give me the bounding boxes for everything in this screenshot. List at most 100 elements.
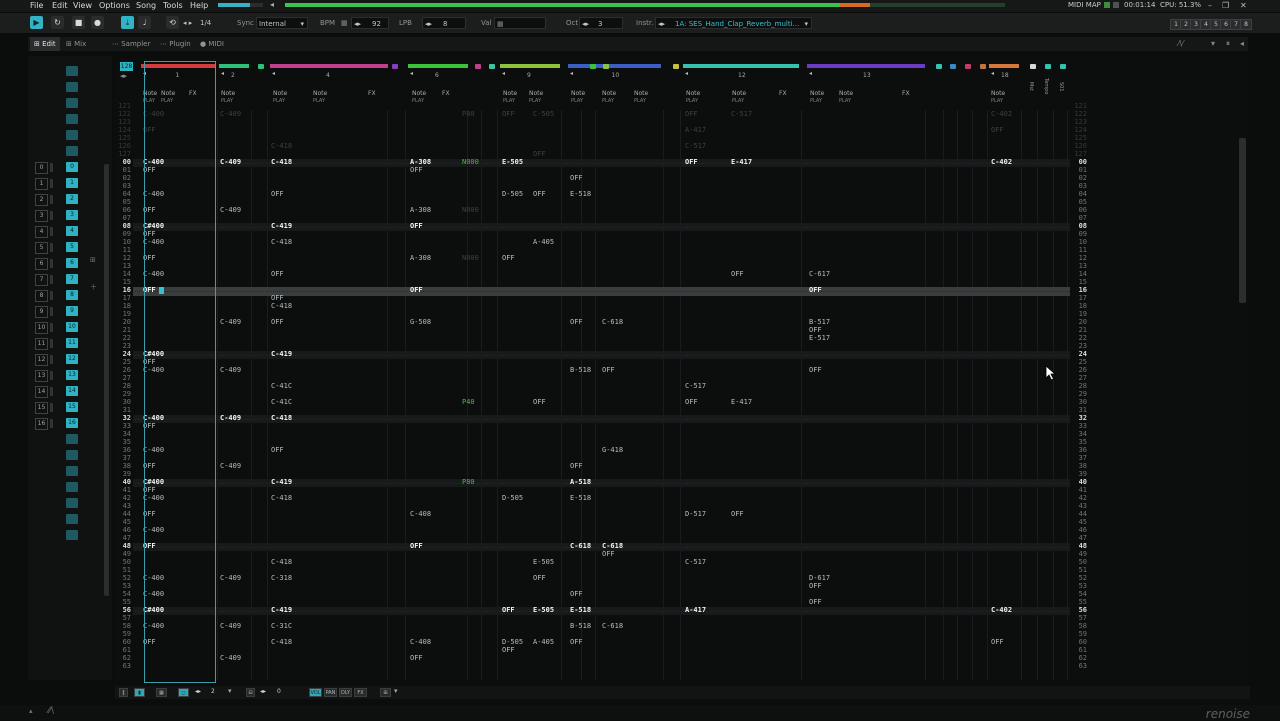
- note-cell[interactable]: C-409: [220, 622, 241, 630]
- track-header[interactable]: 12 ◂ Note PLAY Note PLAY FX: [683, 60, 799, 108]
- metronome-button[interactable]: ♩: [138, 16, 151, 29]
- bpm-field[interactable]: ◂▸ 92: [351, 17, 389, 29]
- sequence-pattern-slot[interactable]: 16: [66, 418, 78, 428]
- sequence-pattern-slot[interactable]: 6: [66, 258, 78, 268]
- sequence-pattern-slot[interactable]: 8: [66, 290, 78, 300]
- vol-column-button[interactable]: VOL: [309, 688, 322, 697]
- note-cell[interactable]: E-417: [731, 158, 752, 166]
- tab-sampler[interactable]: ⋯ Sampler: [108, 37, 154, 51]
- sequence-pattern-slot[interactable]: 3: [66, 210, 78, 220]
- mute-arrow-icon[interactable]: ◂: [410, 70, 413, 77]
- note-cell[interactable]: C-418: [271, 558, 292, 566]
- menu-edit[interactable]: Edit: [52, 1, 68, 10]
- note-cell[interactable]: C-418: [271, 158, 292, 166]
- note-cell[interactable]: OFF: [271, 190, 284, 198]
- note-cell[interactable]: C-617: [809, 270, 830, 278]
- note-cell[interactable]: C-418: [271, 638, 292, 646]
- track-header[interactable]: 10 ◂ Note PLAY Note PLAY Note PLAY: [568, 60, 661, 108]
- sequence-mute-toggle[interactable]: [50, 291, 53, 300]
- note-cell[interactable]: OFF: [570, 462, 583, 470]
- note-cell[interactable]: OFF: [410, 286, 423, 294]
- sequence-number[interactable]: 7: [35, 274, 48, 286]
- sequence-number[interactable]: 6: [35, 258, 48, 270]
- sequence-play-icon[interactable]: ⊞: [90, 256, 96, 264]
- note-cell[interactable]: E-505: [502, 158, 523, 166]
- chevron-up-icon[interactable]: ▴: [29, 707, 33, 715]
- effect-cell[interactable]: N000: [462, 158, 479, 166]
- effect-cell[interactable]: P80: [462, 478, 475, 486]
- restore-icon[interactable]: ❐: [1222, 1, 1229, 10]
- note-cell[interactable]: E-517: [809, 334, 830, 342]
- aux-track-indicator[interactable]: [590, 64, 596, 69]
- note-cell[interactable]: OFF: [602, 550, 615, 558]
- sequence-slot[interactable]: [66, 98, 78, 108]
- note-cell[interactable]: C-418: [271, 414, 292, 422]
- chevron-down-icon[interactable]: ▾: [1211, 39, 1215, 48]
- pattern-length[interactable]: 128: [120, 62, 133, 71]
- record-button[interactable]: ●: [91, 16, 104, 29]
- sequence-mute-toggle[interactable]: [50, 403, 53, 412]
- note-cell[interactable]: OFF: [271, 446, 284, 454]
- note-cell[interactable]: C-618: [602, 318, 623, 326]
- sequence-mute-toggle[interactable]: [50, 195, 53, 204]
- effect-cell[interactable]: P40: [462, 398, 475, 406]
- note-cell[interactable]: OFF: [502, 646, 515, 654]
- key-8[interactable]: 8: [1240, 19, 1252, 30]
- note-cell[interactable]: C-31C: [271, 622, 292, 630]
- note-cell[interactable]: OFF: [731, 510, 744, 518]
- note-cell[interactable]: A-405: [533, 238, 554, 246]
- sequence-pattern-slot[interactable]: 4: [66, 226, 78, 236]
- mute-arrow-icon[interactable]: ◂: [221, 70, 224, 77]
- note-cell[interactable]: C-41C: [271, 382, 292, 390]
- sequence-mute-toggle[interactable]: [50, 387, 53, 396]
- pattern-scrollbar[interactable]: [1239, 138, 1246, 303]
- pan-column-button[interactable]: PAN: [324, 688, 337, 697]
- line-jump-icon[interactable]: ⊟: [246, 688, 255, 697]
- aux-track-indicator[interactable]: [489, 64, 495, 69]
- sequence-slot[interactable]: [66, 530, 78, 540]
- pattern-nav-arrows[interactable]: ◂ ▸: [183, 19, 192, 27]
- note-cell[interactable]: D-505: [502, 494, 523, 502]
- sequence-pattern-slot[interactable]: 15: [66, 402, 78, 412]
- note-cell[interactable]: C-318: [271, 574, 292, 582]
- note-cell[interactable]: OFF: [809, 286, 822, 294]
- menu-options[interactable]: Options: [99, 1, 130, 10]
- sequence-number[interactable]: 5: [35, 242, 48, 254]
- sequence-pattern-slot[interactable]: 0: [66, 162, 78, 172]
- sequence-mute-toggle[interactable]: [50, 355, 53, 364]
- note-cell[interactable]: OFF: [271, 318, 284, 326]
- note-cell[interactable]: E-518: [570, 606, 591, 614]
- sequence-mute-toggle[interactable]: [50, 211, 53, 220]
- sequence-number[interactable]: 12: [35, 354, 48, 366]
- track-header[interactable]: 18 ◂ Note PLAY: [989, 60, 1019, 108]
- sequence-mute-toggle[interactable]: [50, 371, 53, 380]
- aux-track-indicator[interactable]: [1030, 64, 1036, 69]
- sequence-mute-toggle[interactable]: [50, 419, 53, 428]
- sequence-slot[interactable]: [66, 482, 78, 492]
- note-cell[interactable]: C-41C: [271, 398, 292, 406]
- note-cell[interactable]: C-618: [602, 622, 623, 630]
- sequence-number[interactable]: 15: [35, 402, 48, 414]
- track-header[interactable]: 4 ◂ Note PLAY Note PLAY FX: [270, 60, 388, 108]
- note-cell[interactable]: C-409: [220, 158, 241, 166]
- note-cell[interactable]: OFF: [271, 270, 284, 278]
- aux-track-indicator[interactable]: [475, 64, 481, 69]
- mute-arrow-icon[interactable]: ◂: [685, 70, 688, 77]
- note-cell[interactable]: C-409: [220, 574, 241, 582]
- note-cell[interactable]: OFF: [502, 606, 515, 614]
- note-cell[interactable]: C-517: [685, 382, 706, 390]
- track-nav-arrows-icon[interactable]: ◂▸: [120, 72, 127, 80]
- note-cell[interactable]: C-408: [410, 638, 431, 646]
- chevron-down-icon[interactable]: ▾: [228, 687, 232, 695]
- sync-select[interactable]: Internal ▾: [256, 17, 308, 29]
- tap-tempo-icon[interactable]: ▦: [341, 19, 348, 27]
- pattern-matrix-icon[interactable]: ▦: [156, 688, 167, 697]
- note-cell[interactable]: C-408: [410, 510, 431, 518]
- edit-step-icon[interactable]: ◻: [178, 688, 189, 697]
- note-cell[interactable]: N000: [462, 254, 479, 262]
- pattern-loop-button[interactable]: ⟲: [166, 16, 179, 29]
- sequence-number[interactable]: 4: [35, 226, 48, 238]
- note-cell[interactable]: A-308: [410, 206, 431, 214]
- note-cell[interactable]: A-308: [410, 254, 431, 262]
- single-track-icon[interactable]: ▮: [134, 688, 145, 697]
